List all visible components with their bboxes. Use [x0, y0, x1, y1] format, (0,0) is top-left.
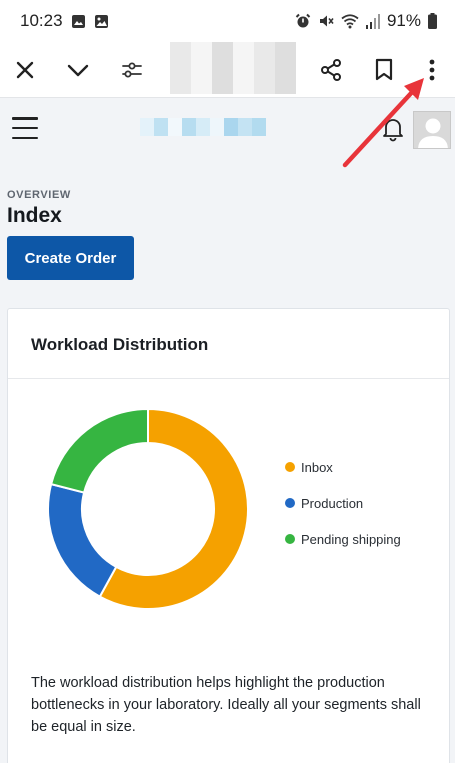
donut-slice-production[interactable] [47, 482, 118, 598]
create-order-button[interactable]: Create Order [7, 236, 134, 280]
status-right: 91% [295, 11, 437, 31]
mute-icon [318, 13, 334, 29]
battery-icon [428, 13, 437, 29]
chevron-down-icon [67, 64, 89, 77]
status-time: 10:23 [20, 11, 63, 30]
legend-label: Production [301, 495, 364, 511]
menu-button[interactable] [12, 117, 38, 139]
more-options-button[interactable] [414, 52, 450, 88]
menu-icon-bar [12, 126, 38, 130]
legend-marker [285, 498, 295, 508]
chart-legend: Inbox Production Pending shipping [285, 449, 401, 557]
minimize-button[interactable] [60, 52, 96, 88]
url-bar-blurred[interactable] [170, 42, 296, 94]
more-vert-icon [429, 59, 435, 81]
status-bar: 10:23 91% [0, 0, 455, 42]
card-title: Workload Distribution [31, 335, 209, 354]
card-description: The workload distribution helps highligh… [31, 675, 421, 735]
bookmark-icon [375, 58, 393, 81]
close-icon [16, 61, 34, 79]
breadcrumb: OVERVIEW [7, 189, 71, 201]
alarm-icon [295, 13, 311, 29]
legend-item[interactable]: Pending shipping [285, 521, 401, 557]
wifi-icon [341, 13, 359, 29]
legend-label: Pending shipping [301, 531, 401, 547]
menu-icon-bar [12, 117, 38, 120]
legend-item[interactable]: Production [285, 485, 401, 521]
gallery-notification-icon [94, 14, 109, 29]
donut-slice-pending-shipping[interactable] [49, 407, 149, 494]
signal-icon [365, 13, 380, 29]
logo-blurred [140, 118, 266, 136]
page-settings-icon [122, 62, 142, 78]
photo-notification-icon [71, 14, 86, 29]
notifications-button[interactable] [380, 116, 406, 142]
legend-marker [285, 534, 295, 544]
page-settings-button[interactable] [114, 52, 150, 88]
legend-marker [285, 462, 295, 472]
legend-item[interactable]: Inbox [285, 449, 401, 485]
share-button[interactable] [313, 52, 349, 88]
avatar[interactable] [413, 111, 451, 149]
share-icon [321, 59, 341, 81]
menu-icon-bar [12, 136, 38, 139]
workload-card: Workload Distribution Inbox Production Pen… [7, 308, 450, 763]
card-header: Workload Distribution [8, 309, 449, 379]
bookmark-button[interactable] [366, 52, 402, 88]
app-header [0, 99, 455, 161]
bell-icon [383, 119, 403, 142]
battery-percentage: 91% [386, 11, 421, 30]
status-left: 10:23 [20, 11, 109, 31]
legend-label: Inbox [301, 459, 333, 475]
close-tab-button[interactable] [7, 52, 43, 88]
page-title: Index [7, 204, 62, 227]
browser-toolbar [0, 42, 455, 98]
user-placeholder-icon [418, 118, 448, 148]
